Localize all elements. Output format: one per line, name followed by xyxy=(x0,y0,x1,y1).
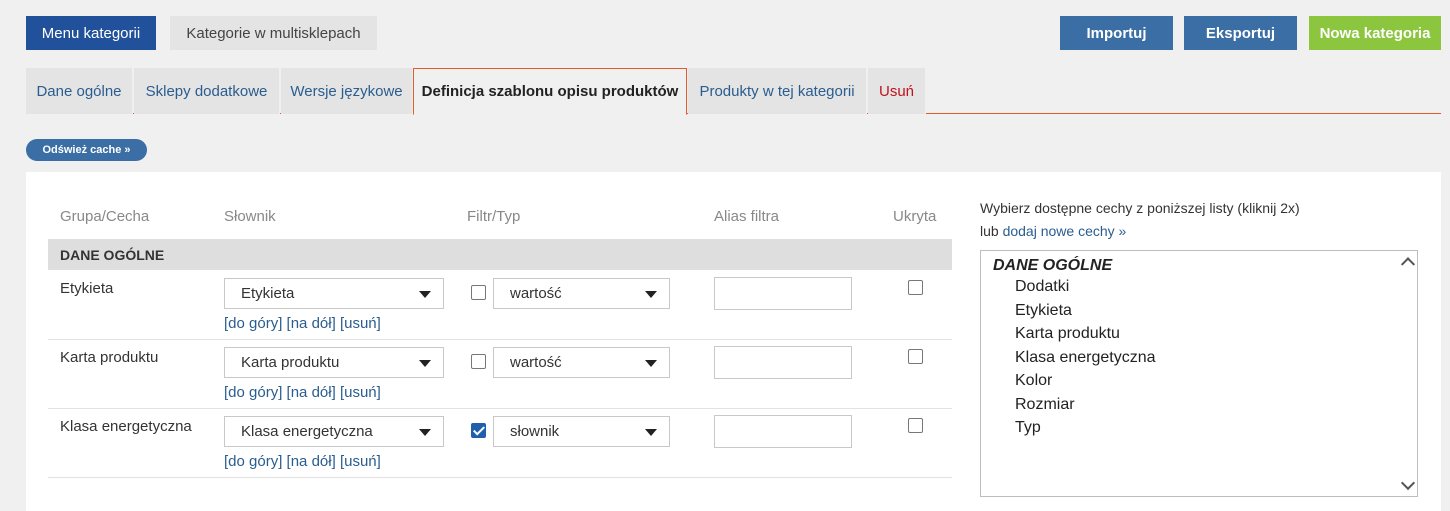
select-value: Klasa energetyczna xyxy=(241,423,373,440)
feature-instruction: Wybierz dostępne cechy z poniższej listy… xyxy=(980,200,1300,216)
dictionary-select-karta-produktu[interactable]: Karta produktu xyxy=(224,347,444,378)
caret-down-icon xyxy=(419,291,431,298)
move-up-link[interactable]: [do góry] xyxy=(224,384,282,401)
header-dictionary: Słownik xyxy=(224,208,276,225)
list-item[interactable]: Rozmiar xyxy=(1015,396,1075,414)
header-group: Grupa/Cecha xyxy=(60,208,150,225)
multishop-categories-button[interactable]: Kategorie w multisklepach xyxy=(170,16,377,50)
tab-language-versions[interactable]: Wersje językowe xyxy=(281,68,413,114)
header-hidden: Ukryta xyxy=(893,208,937,225)
select-value: słownik xyxy=(510,423,560,440)
move-up-link[interactable]: [do góry] xyxy=(224,453,282,470)
alias-input-karta-produktu[interactable] xyxy=(714,346,852,379)
select-value: wartość xyxy=(510,354,562,371)
move-down-link[interactable]: [na dół] xyxy=(287,315,336,332)
import-button[interactable]: Importuj xyxy=(1060,16,1173,50)
list-item[interactable]: Kolor xyxy=(1015,372,1052,390)
list-item[interactable]: Typ xyxy=(1015,419,1041,437)
available-features-list[interactable]: DANE OGÓLNE Dodatki Etykieta Karta produ… xyxy=(980,250,1418,497)
caret-down-icon xyxy=(645,360,657,367)
dictionary-select-etykieta[interactable]: Etykieta xyxy=(224,278,444,309)
remove-link[interactable]: [usuń] xyxy=(340,453,381,470)
tab-general-data[interactable]: Dane ogólne xyxy=(26,68,133,114)
tab-products-in-category[interactable]: Produkty w tej kategorii xyxy=(688,68,867,114)
row-divider xyxy=(48,339,952,340)
type-select-karta-produktu[interactable]: wartość xyxy=(493,347,670,378)
row-label-klasa-energetyczna: Klasa energetyczna xyxy=(60,418,192,435)
move-up-link[interactable]: [do góry] xyxy=(224,315,282,332)
type-select-klasa-energetyczna[interactable]: słownik xyxy=(493,416,670,447)
caret-down-icon xyxy=(419,429,431,436)
list-item[interactable]: Etykieta xyxy=(1015,302,1072,320)
filter-checkbox-klasa-energetyczna[interactable] xyxy=(471,423,486,438)
export-button[interactable]: Eksportuj xyxy=(1184,16,1297,50)
row-links: [do góry] [na dół] [usuń] xyxy=(224,315,381,332)
type-select-etykieta[interactable]: wartość xyxy=(493,278,670,309)
caret-down-icon xyxy=(645,291,657,298)
select-value: wartość xyxy=(510,285,562,302)
header-filter: Filtr/Typ xyxy=(467,208,521,225)
remove-link[interactable]: [usuń] xyxy=(340,315,381,332)
move-down-link[interactable]: [na dół] xyxy=(287,453,336,470)
alias-input-klasa-energetyczna[interactable] xyxy=(714,415,852,448)
menu-categories-button[interactable]: Menu kategorii xyxy=(26,16,156,50)
hidden-checkbox-karta-produktu[interactable] xyxy=(908,349,923,364)
list-item[interactable]: Dodatki xyxy=(1015,278,1069,296)
row-divider xyxy=(48,477,952,478)
list-item[interactable]: Klasa energetyczna xyxy=(1015,349,1156,367)
tab-additional-shops[interactable]: Sklepy dodatkowe xyxy=(134,68,280,114)
dictionary-select-klasa-energetyczna[interactable]: Klasa energetyczna xyxy=(224,416,444,447)
add-new-features-link[interactable]: dodaj nowe cechy » xyxy=(1003,223,1127,239)
scroll-down-icon[interactable] xyxy=(1400,475,1416,491)
select-value: Etykieta xyxy=(241,285,295,302)
tab-description-template[interactable]: Definicja szablonu opisu produktów xyxy=(413,68,687,115)
row-divider xyxy=(48,408,952,409)
filter-checkbox-karta-produktu[interactable] xyxy=(471,354,486,369)
row-label-etykieta: Etykieta xyxy=(60,280,114,297)
add-feature-line: lub dodaj nowe cechy » xyxy=(980,223,1126,239)
hidden-checkbox-klasa-energetyczna[interactable] xyxy=(908,418,923,433)
hidden-checkbox-etykieta[interactable] xyxy=(908,280,923,295)
list-item[interactable]: Karta produktu xyxy=(1015,325,1120,343)
or-text: lub xyxy=(980,223,999,239)
row-label-karta-produktu: Karta produktu xyxy=(60,349,159,366)
header-alias: Alias filtra xyxy=(714,208,780,225)
new-category-button[interactable]: Nowa kategoria xyxy=(1309,16,1441,50)
row-links: [do góry] [na dół] [usuń] xyxy=(224,384,381,401)
caret-down-icon xyxy=(419,360,431,367)
select-value: Karta produktu xyxy=(241,354,340,371)
alias-input-etykieta[interactable] xyxy=(714,277,852,310)
remove-link[interactable]: [usuń] xyxy=(340,384,381,401)
caret-down-icon xyxy=(645,429,657,436)
row-links: [do góry] [na dół] [usuń] xyxy=(224,453,381,470)
list-group-label: DANE OGÓLNE xyxy=(993,257,1113,274)
scroll-up-icon[interactable] xyxy=(1400,257,1416,272)
refresh-cache-button[interactable]: Odśwież cache » xyxy=(26,139,147,161)
category-tabs: Dane ogólne Sklepy dodatkowe Wersje języ… xyxy=(26,68,1441,115)
move-down-link[interactable]: [na dół] xyxy=(287,384,336,401)
filter-checkbox-etykieta[interactable] xyxy=(471,285,486,300)
group-row: DANE OGÓLNE xyxy=(48,239,952,270)
tab-delete[interactable]: Usuń xyxy=(868,68,926,114)
